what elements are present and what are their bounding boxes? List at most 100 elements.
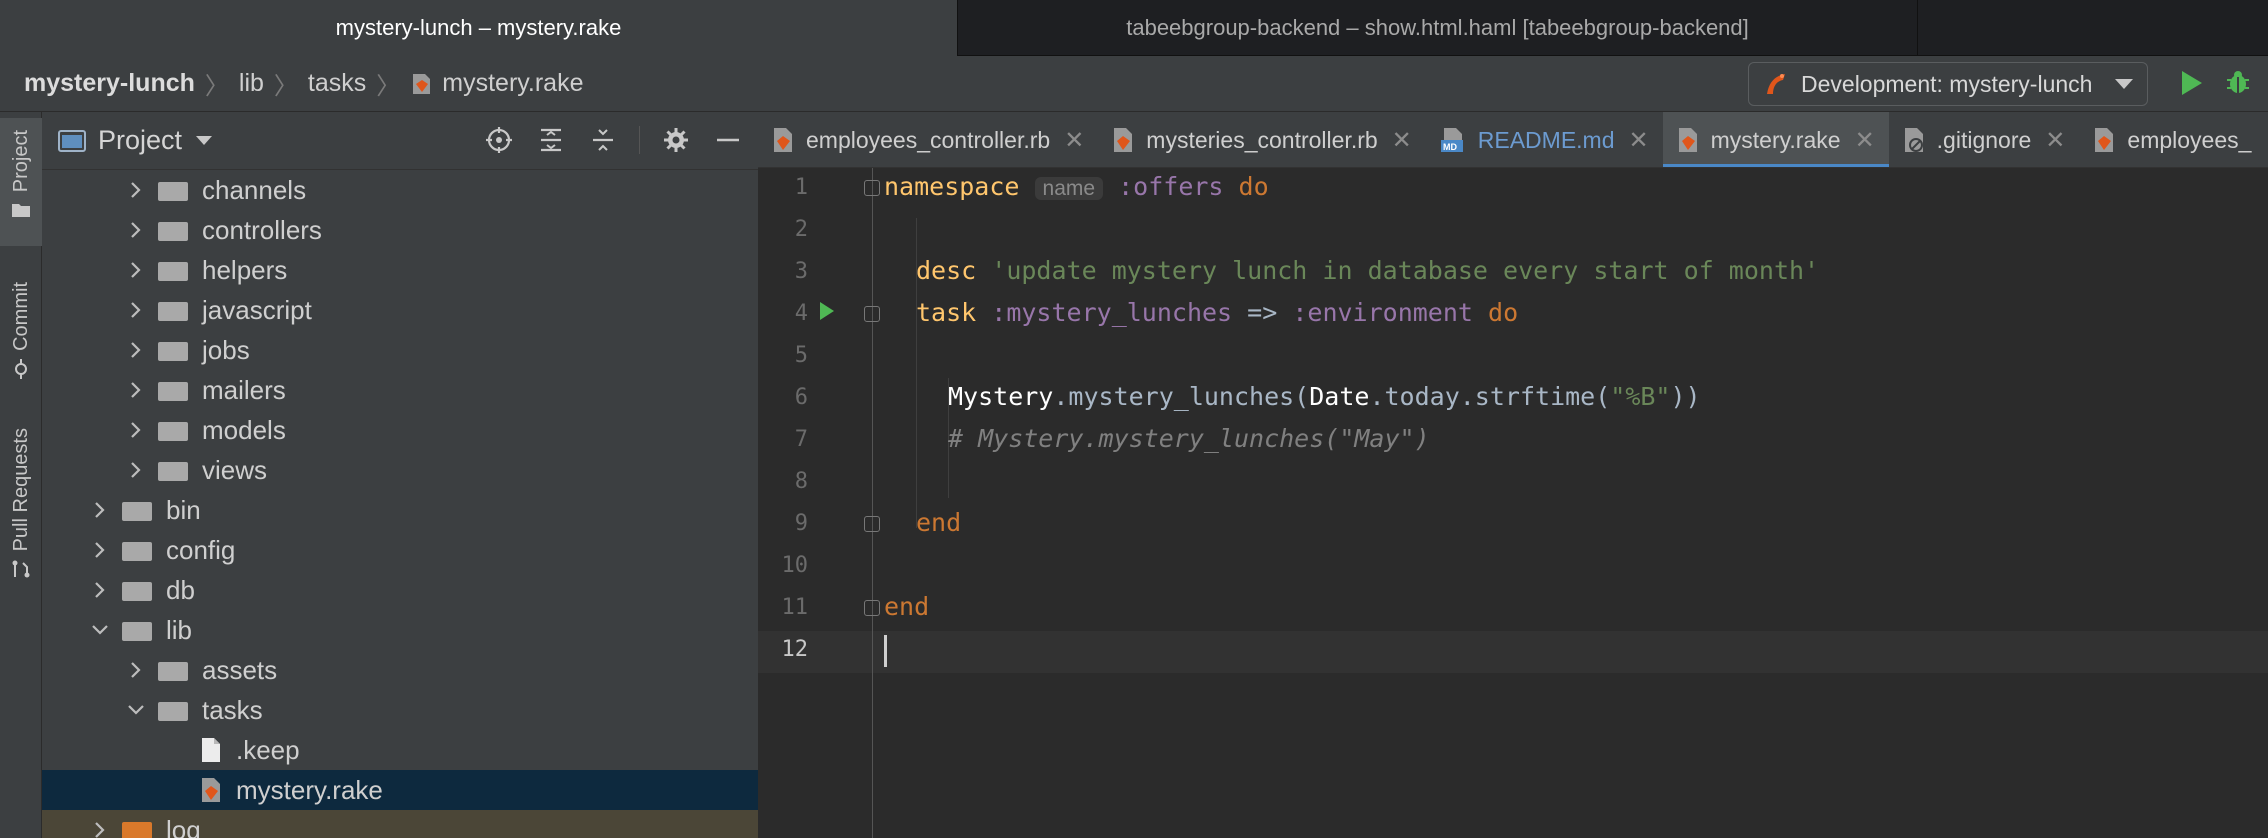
chevron-right-icon[interactable] xyxy=(124,658,148,682)
breadcrumb-lib[interactable]: lib xyxy=(239,69,264,98)
markdown-icon: MD xyxy=(1440,128,1463,152)
close-icon[interactable]: ✕ xyxy=(1064,126,1084,155)
run-configuration-dropdown[interactable]: Development: mystery-lunch xyxy=(1748,62,2148,106)
tree-item-label: controllers xyxy=(202,214,322,245)
code-method: .mystery_lunches( xyxy=(1053,382,1310,411)
editor-tab-employees-controller[interactable]: employees_controller.rb ✕ xyxy=(758,112,1098,167)
editor-tab-mystery-rake[interactable]: mystery.rake ✕ xyxy=(1662,112,1889,167)
locate-icon[interactable] xyxy=(483,124,515,156)
code-keyword: do xyxy=(1488,298,1519,327)
chevron-right-icon[interactable] xyxy=(88,498,112,522)
line-number: 7 xyxy=(794,427,808,452)
expand-all-icon[interactable] xyxy=(535,124,567,156)
tree-item-channels[interactable]: channels xyxy=(42,170,758,210)
tree-item-db[interactable]: db xyxy=(42,570,758,610)
fold-marker-icon[interactable] xyxy=(864,516,880,532)
tree-item-jobs[interactable]: jobs xyxy=(42,330,758,370)
code-symbol: :environment xyxy=(1292,298,1473,327)
run-icon[interactable] xyxy=(2182,71,2202,95)
chevron-down-icon[interactable] xyxy=(124,698,148,722)
tree-item-javascript[interactable]: javascript xyxy=(42,290,758,330)
editor-tab-gitignore[interactable]: .gitignore ✕ xyxy=(1889,112,2080,167)
debug-icon[interactable] xyxy=(2224,68,2252,96)
chevron-right-icon[interactable] xyxy=(124,338,148,362)
run-task-gutter-icon[interactable] xyxy=(820,302,834,320)
chevron-right-icon[interactable] xyxy=(88,578,112,602)
tree-item-label: lib xyxy=(166,614,193,645)
fold-marker-icon[interactable] xyxy=(864,180,880,196)
line-number: 3 xyxy=(794,259,808,284)
tree-item-keep[interactable]: .keep xyxy=(42,730,758,770)
chevron-down-icon xyxy=(2115,79,2133,89)
tree-item-log[interactable]: log xyxy=(42,810,758,838)
window-tab-label: tabeebgroup-backend – show.html.haml [ta… xyxy=(1126,15,1749,40)
window-tab-mystery-lunch[interactable]: mystery-lunch – mystery.rake xyxy=(0,0,958,56)
line-number: 9 xyxy=(794,511,808,536)
close-icon[interactable]: ✕ xyxy=(1855,126,1875,155)
tool-tab-commit[interactable]: Commit xyxy=(0,272,42,382)
line-number: 1 xyxy=(794,175,808,200)
toolbar-divider xyxy=(639,126,640,154)
tree-item-config[interactable]: config xyxy=(42,530,758,570)
fold-marker-icon[interactable] xyxy=(864,600,880,616)
chevron-right-icon[interactable] xyxy=(88,538,112,562)
breadcrumb-tasks[interactable]: tasks xyxy=(308,69,366,98)
editor-tab-mysteries-controller[interactable]: mysteries_controller.rb ✕ xyxy=(1098,112,1425,167)
breadcrumb-root[interactable]: mystery-lunch xyxy=(24,69,195,98)
folder-icon xyxy=(158,259,188,281)
tree-item-mailers[interactable]: mailers xyxy=(42,370,758,410)
code-line-1: namespace name :offers do xyxy=(884,172,1269,201)
gear-icon[interactable] xyxy=(660,124,692,156)
chevron-down-icon[interactable] xyxy=(196,136,213,145)
code-operator: => xyxy=(1247,298,1278,327)
chevron-right-icon[interactable] xyxy=(124,298,148,322)
project-panel-title[interactable]: Project xyxy=(98,125,182,156)
project-tree: channels controllers helpers javascript … xyxy=(42,170,758,838)
chevron-right-icon[interactable] xyxy=(88,818,112,838)
tree-item-mystery-rake[interactable]: mystery.rake xyxy=(42,770,758,810)
tool-tab-project-label: Project xyxy=(9,130,32,193)
line-number: 2 xyxy=(794,217,808,242)
minimize-icon[interactable] xyxy=(712,124,744,156)
close-icon[interactable]: ✕ xyxy=(1629,126,1649,155)
tree-item-helpers[interactable]: helpers xyxy=(42,250,758,290)
breadcrumb-separator: 〉 xyxy=(204,73,229,100)
editor-tab-label: mystery.rake xyxy=(1710,126,1841,153)
folder-icon xyxy=(122,619,152,641)
tree-item-tasks[interactable]: tasks xyxy=(42,690,758,730)
tree-item-lib[interactable]: lib xyxy=(42,610,758,650)
line-number: 8 xyxy=(794,469,808,494)
tree-item-models[interactable]: models xyxy=(42,410,758,450)
tree-item-label: mailers xyxy=(202,374,286,405)
chevron-right-icon[interactable] xyxy=(124,378,148,402)
chevron-right-icon[interactable] xyxy=(124,218,148,242)
code-keyword: do xyxy=(1238,172,1269,201)
tree-item-assets[interactable]: assets xyxy=(42,650,758,690)
window-tab-bar: mystery-lunch – mystery.rake tabeebgroup… xyxy=(0,0,2268,56)
tree-item-label: helpers xyxy=(202,254,288,285)
collapse-all-icon[interactable] xyxy=(587,124,619,156)
editor-tab-employees-partial[interactable]: employees_ xyxy=(2079,112,2265,167)
close-icon[interactable]: ✕ xyxy=(2045,126,2065,155)
tree-item-bin[interactable]: bin xyxy=(42,490,758,530)
editor-tab-label: mysteries_controller.rb xyxy=(1146,126,1378,153)
chevron-right-icon[interactable] xyxy=(124,418,148,442)
tree-item-controllers[interactable]: controllers xyxy=(42,210,758,250)
chevron-right-icon[interactable] xyxy=(124,458,148,482)
chevron-right-icon[interactable] xyxy=(124,258,148,282)
fold-marker-icon[interactable] xyxy=(864,306,880,322)
window-tab-tabeebgroup[interactable]: tabeebgroup-backend – show.html.haml [ta… xyxy=(958,0,1918,56)
tool-tab-project[interactable]: Project xyxy=(0,118,42,246)
chevron-right-icon[interactable] xyxy=(124,178,148,202)
line-number: 6 xyxy=(794,385,808,410)
chevron-down-icon[interactable] xyxy=(88,618,112,642)
close-icon[interactable]: ✕ xyxy=(1392,126,1412,155)
tool-tab-pull-requests[interactable]: Pull Requests xyxy=(0,424,42,620)
tree-item-views[interactable]: views xyxy=(42,450,758,490)
breadcrumb-file[interactable]: mystery.rake xyxy=(442,69,583,98)
project-panel-header: Project xyxy=(42,112,758,170)
editor-tab-readme[interactable]: MD README.md ✕ xyxy=(1426,112,1663,167)
code-editor[interactable]: 1 2 3 4 5 6 7 8 9 10 11 12 namespace nam… xyxy=(758,168,2268,838)
project-icon xyxy=(58,129,86,152)
folder-icon xyxy=(158,419,188,441)
